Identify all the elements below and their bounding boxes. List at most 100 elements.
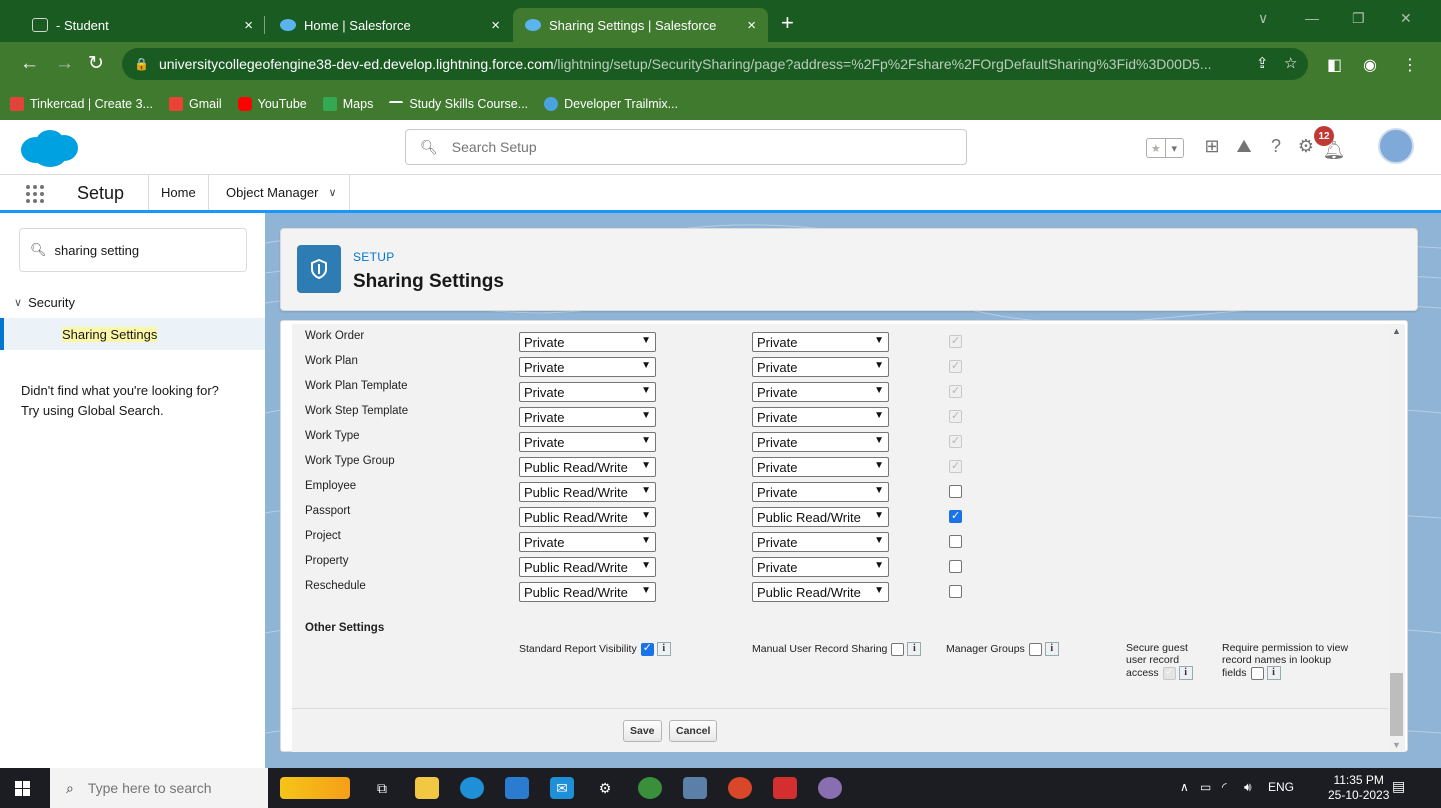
microsoft-store-icon[interactable] [505,777,529,799]
default-external-access-select[interactable]: Private ▼ [752,407,889,427]
default-external-access-select[interactable]: Private ▼ [752,532,889,552]
chrome-profile-icon[interactable] [728,777,752,799]
action-center-icon[interactable]: ▤ [1392,778,1410,798]
minimize-button[interactable]: — [1305,10,1319,26]
system-clock[interactable]: 11:35 PM 25-10-2023 [1328,773,1389,803]
tab-close-icon[interactable]: × [244,17,253,34]
address-bar[interactable]: 🔒 universitycollegeofengine38-dev-ed.dev… [122,48,1308,80]
default-external-access-select[interactable]: Private ▼ [752,432,889,452]
grant-access-hierarchies-checkbox[interactable] [949,509,962,523]
bookmark-gmail[interactable]: Gmail [168,97,222,111]
taskbar-search-input[interactable] [87,780,258,796]
scroll-thumb[interactable] [1390,673,1403,736]
default-internal-access-select[interactable]: Public Read/Write ▼ [519,582,656,602]
setup-search-input[interactable] [451,139,932,155]
profile-icon[interactable]: ◉ [1363,55,1377,75]
scroll-up-arrow-icon[interactable]: ▲ [1392,326,1401,336]
settings-gear-icon[interactable]: ⚙ [593,777,617,799]
browser-tab-home-salesforce[interactable]: Home | Salesforce × [268,8,512,42]
app-launcher-waffle-icon[interactable] [26,185,46,203]
tree-item-sharing-settings[interactable]: Sharing Settings [0,318,265,350]
favorites-button-group[interactable]: ★ ▾ [1146,138,1184,158]
tab-close-icon[interactable]: × [491,17,500,34]
meet-now-icon[interactable]: ▭ [1200,780,1211,794]
bookmark-developer-trailmix[interactable]: Developer Trailmix... [544,97,678,111]
cancel-button[interactable]: Cancel [669,720,718,742]
save-button[interactable]: Save [623,720,662,742]
info-icon[interactable]: i [1178,666,1193,680]
grant-access-hierarchies-checkbox[interactable] [949,560,962,573]
quick-find-box[interactable]: 🔍︎ [19,228,247,272]
tab-close-icon[interactable]: × [747,17,756,34]
favorites-list-chevron-icon[interactable]: ▾ [1164,139,1184,157]
default-external-access-select[interactable]: Private ▼ [752,357,889,377]
default-external-access-select[interactable]: Public Read/Write ▼ [752,582,889,602]
default-internal-access-select[interactable]: Private ▼ [519,332,656,352]
grant-access-hierarchies-checkbox[interactable] [949,535,962,548]
default-internal-access-select[interactable]: Public Read/Write ▼ [519,482,656,502]
default-internal-access-select[interactable]: Private ▼ [519,357,656,377]
remote-desktop-icon[interactable] [683,777,707,799]
vertical-scrollbar[interactable]: ▲ ▼ [1388,324,1405,752]
quick-find-input[interactable] [54,242,245,258]
forward-arrow-icon[interactable]: → [55,52,74,76]
default-external-access-select[interactable]: Private ▼ [752,332,889,352]
manual-user-record-sharing-checkbox[interactable] [891,642,905,656]
setup-search-box[interactable]: 🔍︎ [405,129,967,165]
default-internal-access-select[interactable]: Private ▼ [519,382,656,402]
reload-icon[interactable]: ↻ [88,52,104,76]
user-avatar[interactable] [1378,128,1414,164]
trailhead-guidance-icon[interactable]: ⛰ [1232,134,1256,158]
nav-tab-home[interactable]: Home [148,175,209,210]
browser-tab-sharing-settings[interactable]: Sharing Settings | Salesforce × [513,8,768,42]
acrobat-reader-icon[interactable] [773,777,797,799]
file-explorer-icon[interactable] [415,777,439,799]
grant-access-hierarchies-checkbox[interactable] [949,485,962,498]
default-internal-access-select[interactable]: Private ▼ [519,432,656,452]
default-external-access-select[interactable]: Private ▼ [752,382,889,402]
manager-groups-checkbox[interactable] [1028,642,1042,656]
restore-button[interactable]: ❐ [1352,10,1365,27]
help-question-icon[interactable]: ? [1264,134,1288,158]
volume-icon[interactable]: 🔊︎ [1244,780,1252,795]
global-actions-plus-icon[interactable]: ⊞ [1200,134,1224,158]
default-external-access-select[interactable]: Public Read/Write ▼ [752,507,889,527]
back-arrow-icon[interactable]: ← [20,52,39,76]
browser-menu-icon[interactable]: ⋮ [1402,55,1418,75]
widget-banner-icon[interactable] [280,777,350,799]
bookmark-study-skills[interactable]: Study Skills Course... [389,97,528,111]
new-tab-button[interactable]: + [781,12,794,34]
salesforce-logo[interactable] [18,128,80,168]
tree-group-security[interactable]: ∨ Security [14,295,75,310]
grant-access-hierarchies-checkbox[interactable] [949,585,962,598]
nav-tab-object-manager[interactable]: Object Manager ∨ [214,175,350,210]
windows-start-icon[interactable] [15,781,30,796]
paint-icon[interactable] [818,777,842,799]
info-icon[interactable]: i [656,642,671,656]
info-icon[interactable]: i [1266,666,1281,680]
show-hidden-icons-chevron-icon[interactable]: ∧ [1180,780,1189,794]
standard-report-visibility-checkbox[interactable] [640,642,654,656]
chrome-icon[interactable] [638,777,662,799]
chevron-down-icon[interactable]: ∨ [14,296,22,309]
share-icon[interactable]: ⇪ [1256,54,1269,72]
bookmark-star-icon[interactable]: ☆ [1284,54,1297,72]
edge-browser-icon[interactable] [460,777,484,799]
require-permission-checkbox[interactable] [1250,666,1264,680]
task-view-icon[interactable]: ⧉ [370,777,394,799]
chevron-down-icon[interactable]: ∨ [329,186,337,199]
default-external-access-select[interactable]: Private ▼ [752,457,889,477]
input-language[interactable]: ENG [1268,780,1294,794]
browser-tab-student[interactable]: - Student × [20,8,265,42]
mail-icon[interactable]: ✉ [550,777,574,799]
default-internal-access-select[interactable]: Private ▼ [519,532,656,552]
scroll-down-arrow-icon[interactable]: ▼ [1392,740,1401,750]
close-window-button[interactable]: ✕ [1400,10,1412,27]
info-icon[interactable]: i [907,642,922,656]
taskbar-search-box[interactable]: ⌕ [50,768,268,808]
bookmark-maps[interactable]: Maps [322,97,373,111]
tab-search-icon[interactable]: ∨ [1258,10,1268,27]
default-internal-access-select[interactable]: Public Read/Write ▼ [519,507,656,527]
default-internal-access-select[interactable]: Public Read/Write ▼ [519,557,656,577]
info-icon[interactable]: i [1044,642,1059,656]
